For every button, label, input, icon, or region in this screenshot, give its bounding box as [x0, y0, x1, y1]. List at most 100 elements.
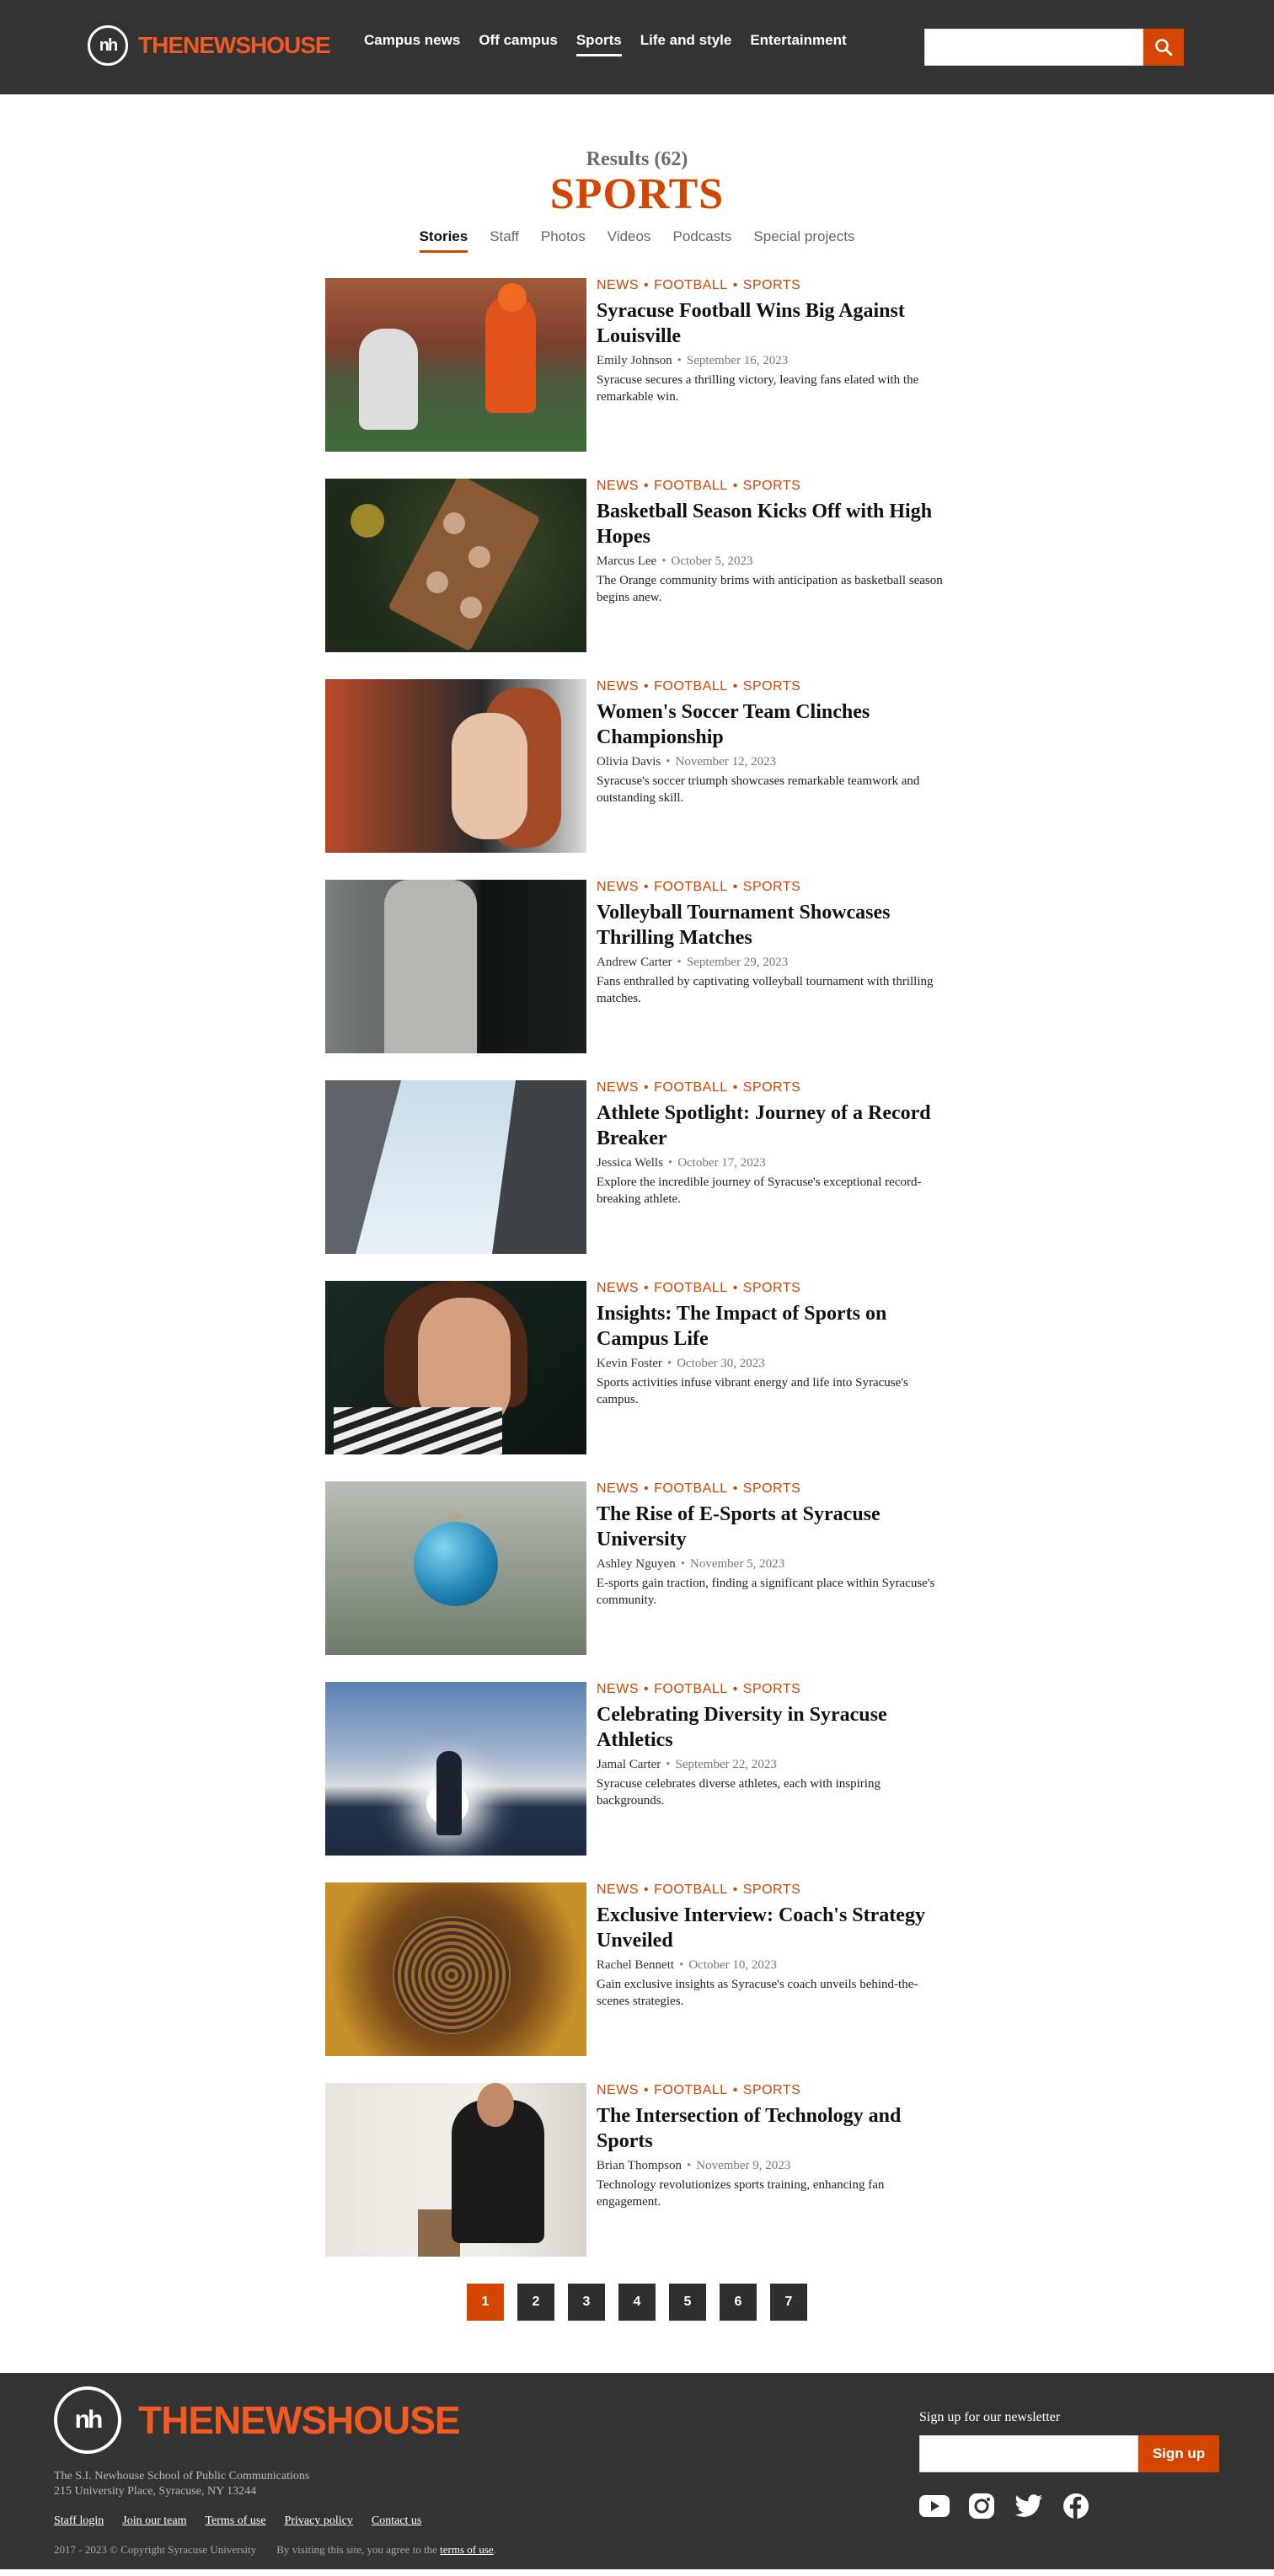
tag-link[interactable]: NEWS	[597, 2083, 639, 2097]
tag-link[interactable]: FOOTBALL	[654, 479, 728, 493]
tag-link[interactable]: FOOTBALL	[654, 278, 728, 292]
tab-podcasts[interactable]: Podcasts	[672, 228, 731, 253]
story-author[interactable]: Jessica Wells	[597, 1156, 663, 1170]
page-button-4[interactable]: 4	[618, 2284, 656, 2321]
tag-link[interactable]: FOOTBALL	[654, 1682, 728, 1696]
story-author[interactable]: Emily Johnson	[597, 354, 672, 367]
story-author[interactable]: Brian Thompson	[597, 2159, 682, 2172]
tag-link[interactable]: SPORTS	[743, 1281, 801, 1295]
search-input[interactable]	[924, 29, 1143, 66]
story-author[interactable]: Rachel Bennett	[597, 1958, 674, 1972]
story-title[interactable]: Insights: The Impact of Sports on Campus…	[597, 1301, 949, 1352]
tab-stories[interactable]: Stories	[419, 228, 468, 253]
tab-photos[interactable]: Photos	[541, 228, 586, 253]
footer-links: Staff login Join our team Terms of use P…	[54, 2514, 421, 2528]
tag-link[interactable]: SPORTS	[743, 1682, 801, 1696]
tag-link[interactable]: SPORTS	[743, 2083, 801, 2097]
story-title[interactable]: Women's Soccer Team Clinches Championshi…	[597, 699, 949, 750]
footer-wordmark: THENEWSHOUSE	[138, 2397, 461, 2443]
footer-link-contact-us[interactable]: Contact us	[372, 2514, 422, 2528]
youtube-icon[interactable]	[919, 2491, 950, 2521]
footer-link-staff-login[interactable]: Staff login	[54, 2514, 104, 2528]
tag-link[interactable]: NEWS	[597, 1682, 639, 1696]
tag-link[interactable]: FOOTBALL	[654, 1281, 728, 1295]
terms-of-use-link[interactable]: terms of use	[440, 2543, 494, 2556]
story-title[interactable]: Volleyball Tournament Showcases Thrillin…	[597, 900, 949, 951]
story-title[interactable]: Athlete Spotlight: Journey of a Record B…	[597, 1101, 949, 1151]
page-button-5[interactable]: 5	[669, 2284, 706, 2321]
tab-special-projects[interactable]: Special projects	[753, 228, 854, 253]
tab-staff[interactable]: Staff	[490, 228, 519, 253]
story-author[interactable]: Marcus Lee	[597, 554, 656, 568]
tag-link[interactable]: FOOTBALL	[654, 679, 728, 694]
story-title[interactable]: Celebrating Diversity in Syracuse Athlet…	[597, 1702, 949, 1753]
twitter-icon[interactable]	[1014, 2491, 1044, 2521]
site-logo[interactable]: nh THENEWSHOUSE	[88, 25, 331, 66]
story-title[interactable]: Basketball Season Kicks Off with High Ho…	[597, 499, 949, 549]
tag-link[interactable]: NEWS	[597, 679, 639, 694]
story-author[interactable]: Ashley Nguyen	[597, 1557, 676, 1571]
story-teaser: E-sports gain traction, finding a signif…	[597, 1577, 935, 1607]
page-button-7[interactable]: 7	[770, 2284, 807, 2321]
tag-link[interactable]: FOOTBALL	[654, 2083, 728, 2097]
instagram-icon[interactable]	[966, 2491, 997, 2521]
tag-link[interactable]: SPORTS	[743, 1080, 801, 1095]
search-button[interactable]	[1143, 29, 1184, 66]
story-author[interactable]: Kevin Foster	[597, 1357, 662, 1370]
story-author[interactable]: Jamal Carter	[597, 1758, 661, 1771]
story-thumbnail[interactable]	[325, 479, 586, 652]
tag-link[interactable]: FOOTBALL	[654, 1481, 728, 1496]
nav-campus-news[interactable]: Campus news	[364, 32, 460, 56]
story-thumbnail[interactable]	[325, 2083, 586, 2257]
tag-link[interactable]: FOOTBALL	[654, 880, 728, 894]
story-thumbnail[interactable]	[325, 1080, 586, 1254]
tag-link[interactable]: SPORTS	[743, 1481, 801, 1496]
story-author[interactable]: Andrew Carter	[597, 956, 672, 969]
story-thumbnail[interactable]	[325, 880, 586, 1053]
story-thumbnail[interactable]	[325, 679, 586, 853]
page-button-2[interactable]: 2	[517, 2284, 554, 2321]
tag-link[interactable]: FOOTBALL	[654, 1882, 728, 1897]
tag-link[interactable]: SPORTS	[743, 679, 801, 694]
footer-legal: 2017 - 2023 © Copyright Syracuse Univers…	[54, 2543, 496, 2557]
tab-videos[interactable]: Videos	[608, 228, 651, 253]
story-body: NEWS • FOOTBALL • SPORTS Basketball Season K…	[597, 479, 949, 652]
footer-logo[interactable]: nh THENEWSHOUSE	[54, 2386, 461, 2454]
tag-link[interactable]: NEWS	[597, 1080, 639, 1095]
nav-off-campus[interactable]: Off campus	[479, 32, 558, 56]
story-thumbnail[interactable]	[325, 1882, 586, 2056]
page-button-1[interactable]: 1	[467, 2284, 504, 2321]
tag-link[interactable]: SPORTS	[743, 1882, 801, 1897]
footer-link-join-our-team[interactable]: Join our team	[122, 2514, 186, 2528]
tag-link[interactable]: NEWS	[597, 278, 639, 292]
facebook-icon[interactable]	[1061, 2491, 1091, 2521]
story-title[interactable]: The Intersection of Technology and Sport…	[597, 2103, 949, 2154]
nav-entertainment[interactable]: Entertainment	[750, 32, 846, 56]
story-thumbnail[interactable]	[325, 278, 586, 452]
tag-link[interactable]: SPORTS	[743, 479, 801, 493]
story-title[interactable]: The Rise of E-Sports at Syracuse Univers…	[597, 1502, 949, 1552]
tag-link[interactable]: NEWS	[597, 1882, 639, 1897]
tag-link[interactable]: NEWS	[597, 1481, 639, 1496]
story-author[interactable]: Olivia Davis	[597, 755, 661, 769]
newsletter-email-input[interactable]	[919, 2435, 1138, 2472]
nav-sports[interactable]: Sports	[575, 32, 622, 56]
page-button-3[interactable]: 3	[568, 2284, 605, 2321]
story-title[interactable]: Exclusive Interview: Coach's Strategy Un…	[597, 1903, 949, 1953]
page-button-6[interactable]: 6	[720, 2284, 757, 2321]
story-thumbnail[interactable]	[325, 1481, 586, 1655]
tag-link[interactable]: FOOTBALL	[654, 1080, 728, 1095]
tag-link[interactable]: NEWS	[597, 880, 639, 894]
footer-link-privacy-policy[interactable]: Privacy policy	[285, 2514, 353, 2528]
tag-link[interactable]: SPORTS	[743, 880, 801, 894]
story-thumbnail[interactable]	[325, 1682, 586, 1856]
story-title[interactable]: Syracuse Football Wins Big Against Louis…	[597, 298, 949, 349]
newsletter-signup-button[interactable]: Sign up	[1138, 2435, 1219, 2472]
nav-life-and-style[interactable]: Life and style	[640, 32, 732, 56]
footer-link-terms-of-use[interactable]: Terms of use	[205, 2514, 265, 2528]
tag-link[interactable]: NEWS	[597, 479, 639, 493]
tag-link[interactable]: SPORTS	[743, 278, 801, 292]
story-thumbnail[interactable]	[325, 1281, 586, 1454]
tag-link[interactable]: NEWS	[597, 1281, 639, 1295]
story-body: NEWS • FOOTBALL • SPORTS The Intersection of…	[597, 2083, 949, 2257]
